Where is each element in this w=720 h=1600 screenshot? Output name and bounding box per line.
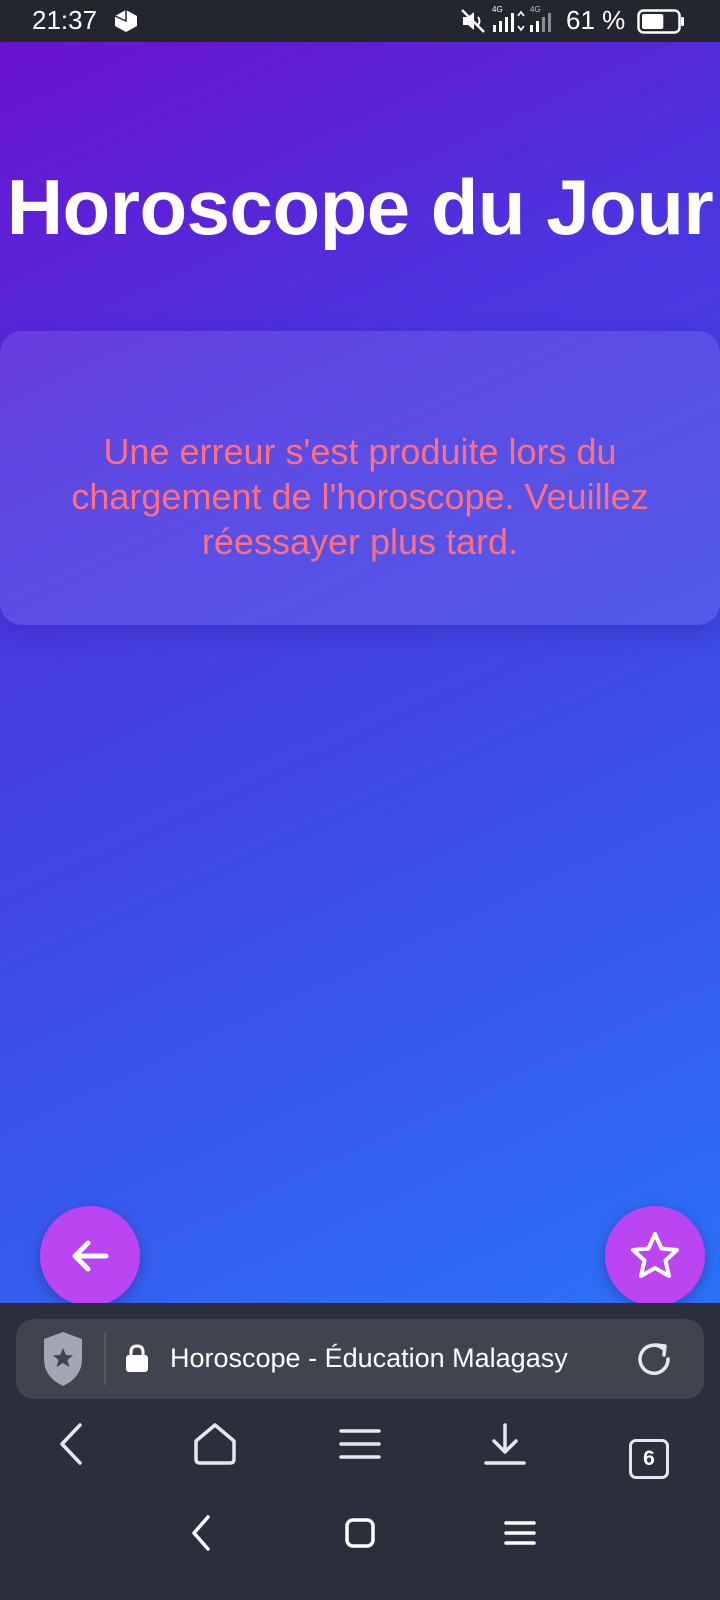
network-label: 4G <box>492 5 503 14</box>
system-home-icon[interactable] <box>340 1513 380 1553</box>
tabs-icon[interactable]: 6 <box>629 1439 669 1479</box>
reload-icon[interactable] <box>632 1337 676 1381</box>
back-fab-button[interactable] <box>40 1206 140 1303</box>
status-time: 21:37 <box>32 5 98 35</box>
download-icon[interactable] <box>480 1419 530 1469</box>
favorite-fab-button[interactable] <box>605 1206 705 1303</box>
signal-strength-icon: 4G <box>492 5 525 32</box>
shield-icon[interactable] <box>40 1329 86 1389</box>
mute-icon <box>461 9 485 33</box>
network-label-2: 4G <box>530 5 541 14</box>
star-icon <box>631 1232 679 1278</box>
battery-icon <box>637 9 684 34</box>
home-icon[interactable] <box>190 1419 240 1469</box>
url-divider <box>104 1333 106 1385</box>
status-bar: 21:37 4G 4G 61 % <box>0 0 720 42</box>
lock-icon <box>126 1344 148 1372</box>
page-url-title[interactable]: Horoscope - Éducation Malagasy <box>170 1343 568 1374</box>
page-title: Horoscope du Jour <box>6 163 714 251</box>
error-card: Une erreur s'est produite lors du charge… <box>0 331 720 625</box>
address-bar[interactable]: Horoscope - Éducation Malagasy <box>16 1319 704 1399</box>
menu-icon[interactable] <box>335 1419 385 1469</box>
arrow-left-icon <box>72 1240 109 1272</box>
notification-icon <box>114 10 137 32</box>
signal-strength-2-icon: 4G <box>530 5 551 32</box>
system-recents-icon[interactable] <box>500 1513 540 1553</box>
error-message: Une erreur s'est produite lors du charge… <box>71 431 649 562</box>
back-icon[interactable] <box>48 1419 98 1469</box>
battery-percentage: 61 % <box>566 5 626 35</box>
app-content: Horoscope du Jour Une erreur s'est produ… <box>0 42 720 1303</box>
system-back-icon[interactable] <box>182 1513 222 1553</box>
browser-toolbar: Horoscope - Éducation Malagasy 6 <box>0 1303 720 1600</box>
